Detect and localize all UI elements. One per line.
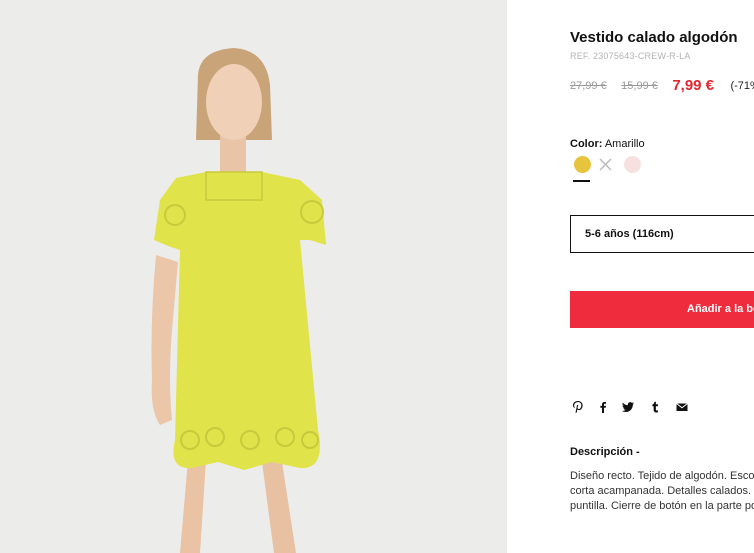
description-text: Diseño recto. Tejido de algodón. Escote …	[570, 469, 754, 514]
price-previous: 15,99 €	[621, 79, 658, 92]
price-original: 27,99 €	[570, 79, 607, 92]
tumblr-icon[interactable]	[648, 400, 662, 414]
twitter-icon[interactable]	[621, 400, 635, 414]
description-line: corta acampanada. Detalles calados. Bajo…	[570, 485, 754, 497]
color-label: Color:	[570, 138, 603, 150]
color-value: Amarillo	[604, 138, 645, 150]
product-info: Vestido calado algodón REF. 23075643-CRE…	[570, 0, 754, 553]
swatch-yellow[interactable]	[574, 156, 591, 173]
swatch-unavailable[interactable]	[597, 156, 614, 173]
discount-label: (-71%)	[730, 79, 754, 92]
swatch-pink[interactable]	[624, 156, 641, 173]
unavailable-cross-icon	[599, 158, 612, 171]
description-heading[interactable]: Descripción -	[570, 446, 640, 458]
product-title: Vestido calado algodón	[570, 29, 738, 46]
facebook-icon[interactable]	[596, 400, 610, 414]
selected-swatch-indicator	[573, 180, 590, 182]
description-line: Diseño recto. Tejido de algodón. Escote …	[570, 470, 754, 482]
product-ref: REF. 23075643-CREW-R-LA	[570, 51, 691, 61]
description-line: puntilla. Cierre de botón en la parte po…	[570, 500, 754, 512]
product-image[interactable]	[0, 0, 507, 553]
price-current: 7,99 €	[672, 77, 715, 95]
color-swatches	[570, 156, 754, 186]
mail-icon[interactable]	[675, 400, 689, 414]
pinterest-icon[interactable]	[571, 400, 585, 414]
color-label-row: Color: Amarillo	[570, 138, 645, 150]
size-select[interactable]: 5-6 años (116cm)	[570, 215, 754, 253]
price-row: 27,99 € 15,99 € 7,99 € (-71%)	[570, 77, 754, 95]
add-to-bag-button[interactable]: Añadir a la bolsa	[570, 291, 754, 328]
